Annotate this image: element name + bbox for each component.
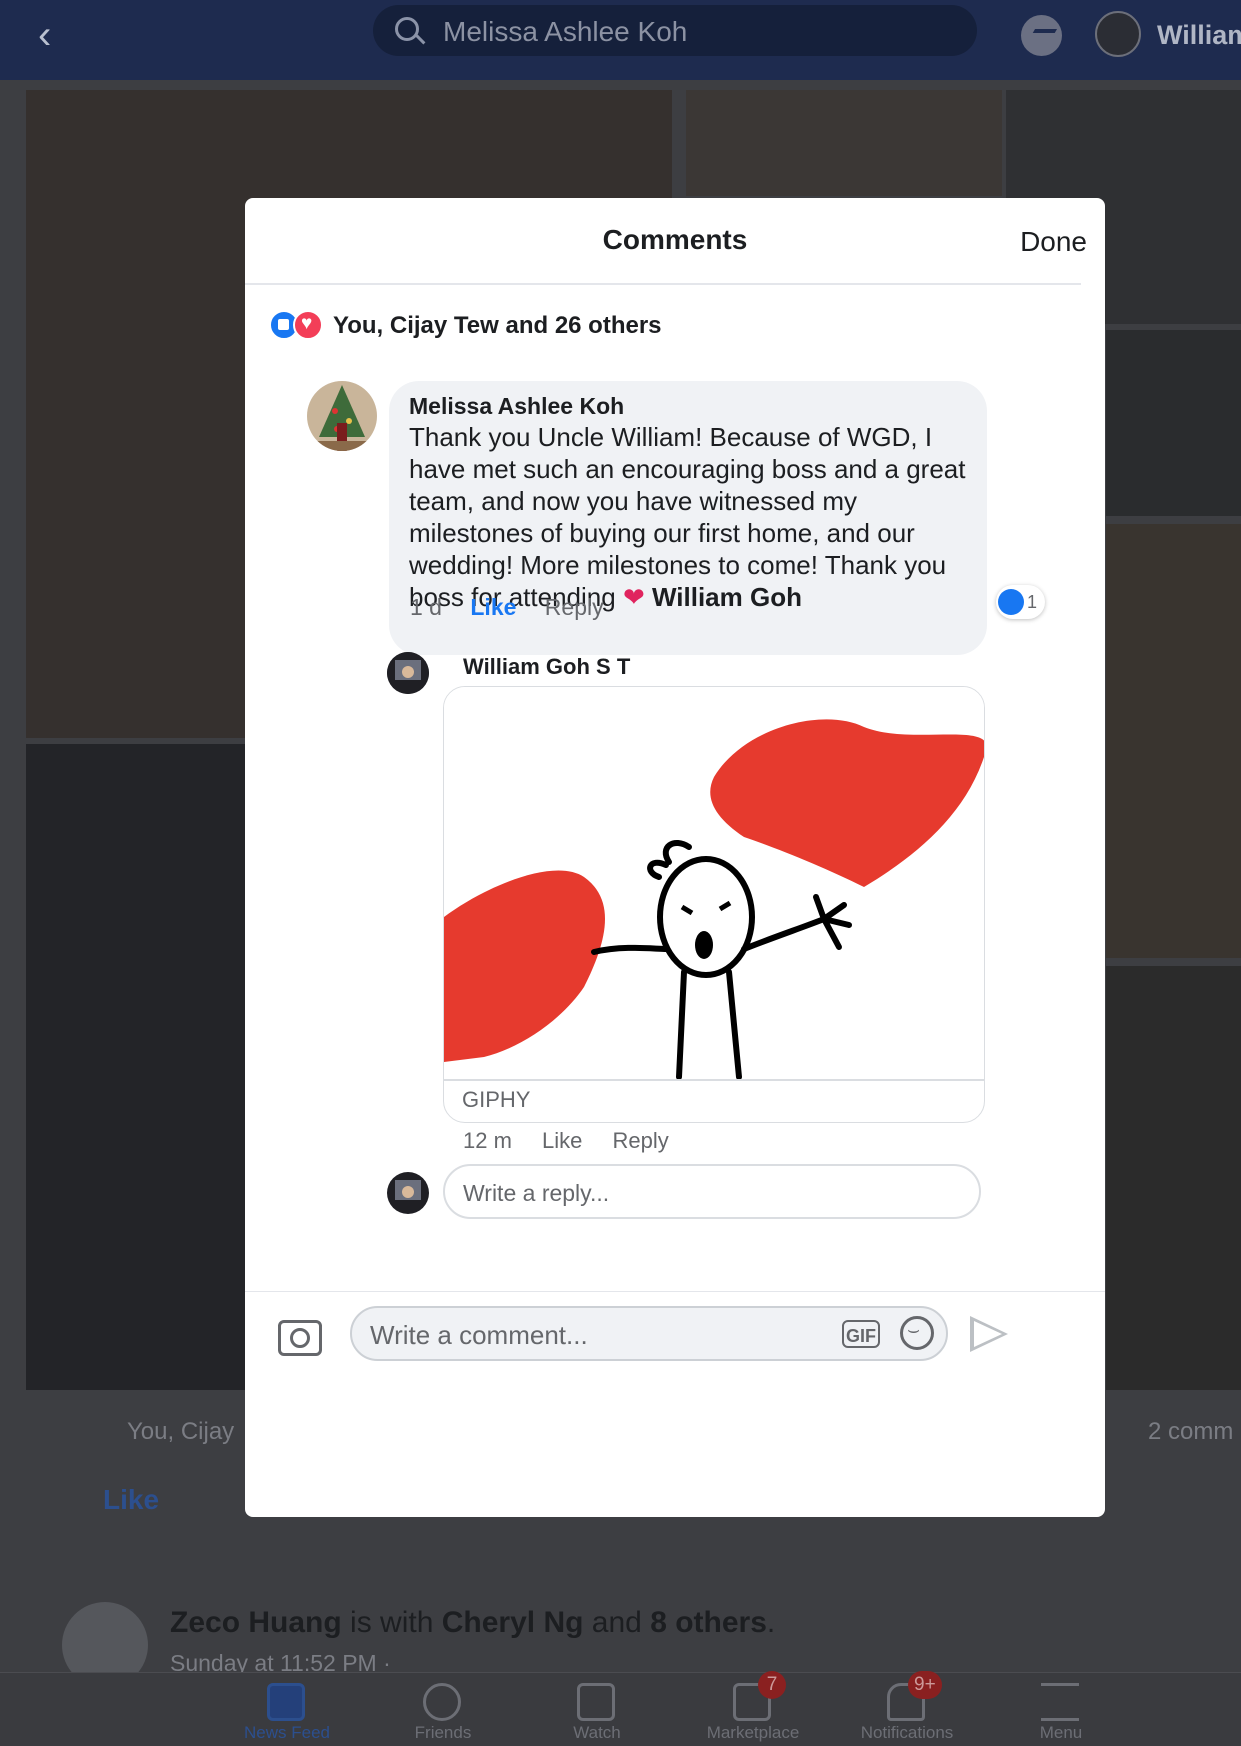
menu-icon [1041, 1683, 1079, 1721]
reply-time: 12 m [463, 1128, 512, 1153]
bottom-tab-bar: News Feed Friends Watch 7 Marketplace 9+… [0, 1671, 1241, 1746]
background-comments-count: 2 comm [1148, 1418, 1234, 1445]
comment-input[interactable]: Write a comment... GIF [350, 1306, 948, 1361]
tab-menu[interactable]: Menu [996, 1673, 1126, 1746]
next-post-period: . [766, 1606, 776, 1639]
next-post-header: Zeco Huang is with Cheryl Ng and 8 other… [170, 1606, 775, 1640]
marketplace-badge: 7 [758, 1671, 786, 1699]
news-feed-icon [267, 1683, 305, 1721]
comment-text: Thank you Uncle William! Because of WGD,… [409, 421, 979, 613]
comment-reply-button[interactable]: Reply [545, 594, 604, 620]
avatar[interactable] [307, 381, 377, 451]
comments-modal: Comments Done You, Cijay Tew and 26 othe… [245, 198, 1105, 1517]
search-icon [395, 17, 419, 41]
tab-notifications[interactable]: 9+ Notifications [842, 1671, 972, 1746]
christmas-tree-photo [307, 381, 377, 451]
background-photo [686, 90, 1002, 196]
comment-author[interactable]: Melissa Ashlee Koh [409, 393, 624, 420]
next-post-with: is with [350, 1606, 434, 1639]
reply-input[interactable]: Write a reply... [443, 1164, 981, 1219]
avatar[interactable] [1095, 11, 1141, 57]
heart-emoji: ❤ [622, 582, 645, 612]
tab-friends[interactable]: Friends [378, 1673, 508, 1746]
reactions-text: You, Cijay Tew and 26 others [333, 312, 662, 339]
reply-meta: 12 m Like Reply [463, 1128, 693, 1154]
gif-attachment[interactable]: GIPHY [443, 686, 985, 1123]
reply-like-button[interactable]: Like [542, 1128, 582, 1153]
done-button[interactable]: Done [1020, 226, 1087, 258]
comment-like-button[interactable]: Like [470, 594, 516, 620]
like-reaction-icon [998, 588, 1024, 615]
background-like-button: Like [103, 1484, 160, 1515]
watch-icon [577, 1683, 615, 1721]
top-navigation-bar: ‹ Melissa Ashlee Koh William [0, 0, 1241, 80]
background-photo [1106, 966, 1241, 1390]
account-name[interactable]: William [1157, 20, 1241, 51]
tab-label: News Feed [244, 1723, 330, 1742]
tab-label: Notifications [860, 1723, 954, 1742]
emoji-icon[interactable] [900, 1316, 934, 1350]
comment-time: 1 d [410, 594, 442, 620]
send-icon[interactable] [970, 1316, 1008, 1352]
tab-marketplace[interactable]: 7 Marketplace [688, 1671, 818, 1746]
divider [245, 283, 1081, 285]
profile-photo [387, 1172, 429, 1214]
background-photo [1106, 524, 1241, 958]
avatar[interactable] [387, 652, 429, 694]
profile-photo [387, 652, 429, 694]
tab-news-feed[interactable]: News Feed [222, 1673, 352, 1746]
messenger-icon[interactable] [1021, 15, 1062, 56]
background-photo [1106, 330, 1241, 516]
tab-watch[interactable]: Watch [532, 1673, 662, 1746]
modal-title: Comments [602, 224, 748, 255]
avatar [387, 1172, 429, 1214]
notifications-badge: 9+ [908, 1671, 942, 1699]
tab-label: Friends [414, 1723, 472, 1742]
back-arrow-icon[interactable]: ‹ [38, 15, 72, 55]
love-reaction-icon [293, 310, 323, 340]
next-post-others: 8 others [650, 1606, 767, 1639]
reply-author[interactable]: William Goh S T [463, 654, 630, 680]
comment-placeholder: Write a comment... [370, 1320, 588, 1350]
next-post-author: Zeco Huang [170, 1606, 342, 1639]
next-post-tagged: Cheryl Ng [441, 1606, 584, 1639]
tab-label: Watch [573, 1723, 621, 1742]
gif-button[interactable]: GIF [842, 1320, 880, 1348]
tab-label: Marketplace [706, 1723, 800, 1742]
giphy-hearts-image [444, 687, 984, 1081]
tab-label: Menu [1039, 1723, 1083, 1742]
search-bar[interactable]: Melissa Ashlee Koh [373, 5, 977, 56]
gif-source-label: GIPHY [462, 1087, 531, 1112]
search-query: Melissa Ashlee Koh [443, 16, 688, 47]
friends-icon [423, 1683, 461, 1721]
background-reaction-summary: You, Cijay [127, 1418, 235, 1445]
comment-meta: 1 d Like Reply [410, 594, 626, 621]
comment-composer: Write a comment... GIF [245, 1291, 1105, 1517]
next-post-and: and [591, 1606, 642, 1639]
background-photo [26, 744, 246, 1390]
like-count-value: 1 [1027, 592, 1038, 612]
reply-placeholder: Write a reply... [463, 1180, 610, 1206]
comment-like-count[interactable]: 1 [996, 585, 1046, 619]
mention-link[interactable]: William Goh [652, 582, 802, 612]
reply-reply-button[interactable]: Reply [613, 1128, 669, 1153]
camera-icon[interactable] [278, 1320, 322, 1356]
